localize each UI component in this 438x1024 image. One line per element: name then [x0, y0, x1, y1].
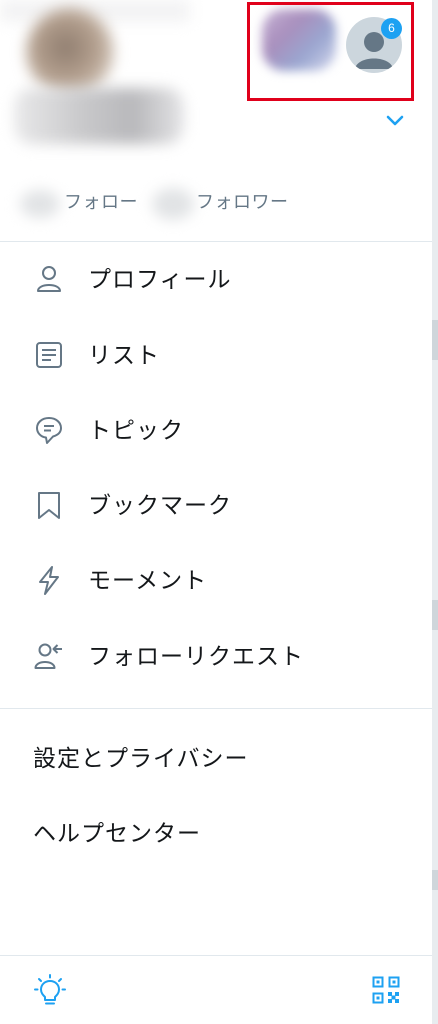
menu-item-label: モーメント [88, 567, 208, 593]
lightbulb-icon[interactable] [34, 974, 66, 1008]
followers-label[interactable]: フォロワー [196, 188, 289, 214]
menu-item-label: フォローリクエスト [88, 643, 304, 669]
divider [0, 955, 432, 956]
account-header: 6 フォロー フォロワー [0, 0, 432, 240]
side-drawer: 6 フォロー フォロワー プロフィール リスト トピック ブックマーク モーメン… [0, 0, 438, 1024]
menu-item-label: リスト [88, 342, 160, 368]
menu-item-moments[interactable]: モーメント [0, 551, 432, 615]
menu-item-label: トピック [88, 417, 184, 443]
topic-icon [36, 417, 62, 444]
menu-item-lists[interactable]: リスト [0, 326, 432, 390]
chevron-down-icon[interactable] [384, 112, 406, 130]
qr-code-icon[interactable] [372, 976, 400, 1004]
bookmark-icon [38, 492, 60, 519]
menu-item-profile[interactable]: プロフィール [0, 250, 432, 314]
settings-and-privacy-link[interactable]: 設定とプライバシー [33, 743, 249, 773]
highlight-annotation-box [247, 2, 414, 101]
person-icon [37, 266, 61, 292]
following-count[interactable] [20, 190, 60, 218]
menu-item-label: ブックマーク [88, 492, 232, 518]
following-label[interactable]: フォロー [64, 188, 138, 214]
menu-item-follow-requests[interactable]: フォローリクエスト [0, 627, 432, 691]
menu-item-label: プロフィール [88, 266, 232, 292]
menu-item-topics[interactable]: トピック [0, 401, 432, 465]
lightning-icon [39, 566, 59, 595]
follow-request-icon [34, 643, 62, 669]
help-center-link[interactable]: ヘルプセンター [33, 818, 201, 848]
profile-avatar[interactable] [26, 8, 114, 96]
followers-count[interactable] [152, 188, 194, 220]
background-timeline-edge [432, 0, 438, 1024]
divider [0, 241, 432, 242]
divider [0, 708, 432, 709]
menu-item-bookmarks[interactable]: ブックマーク [0, 476, 432, 540]
blurred-account-name[interactable] [14, 88, 184, 144]
list-icon [36, 342, 62, 368]
